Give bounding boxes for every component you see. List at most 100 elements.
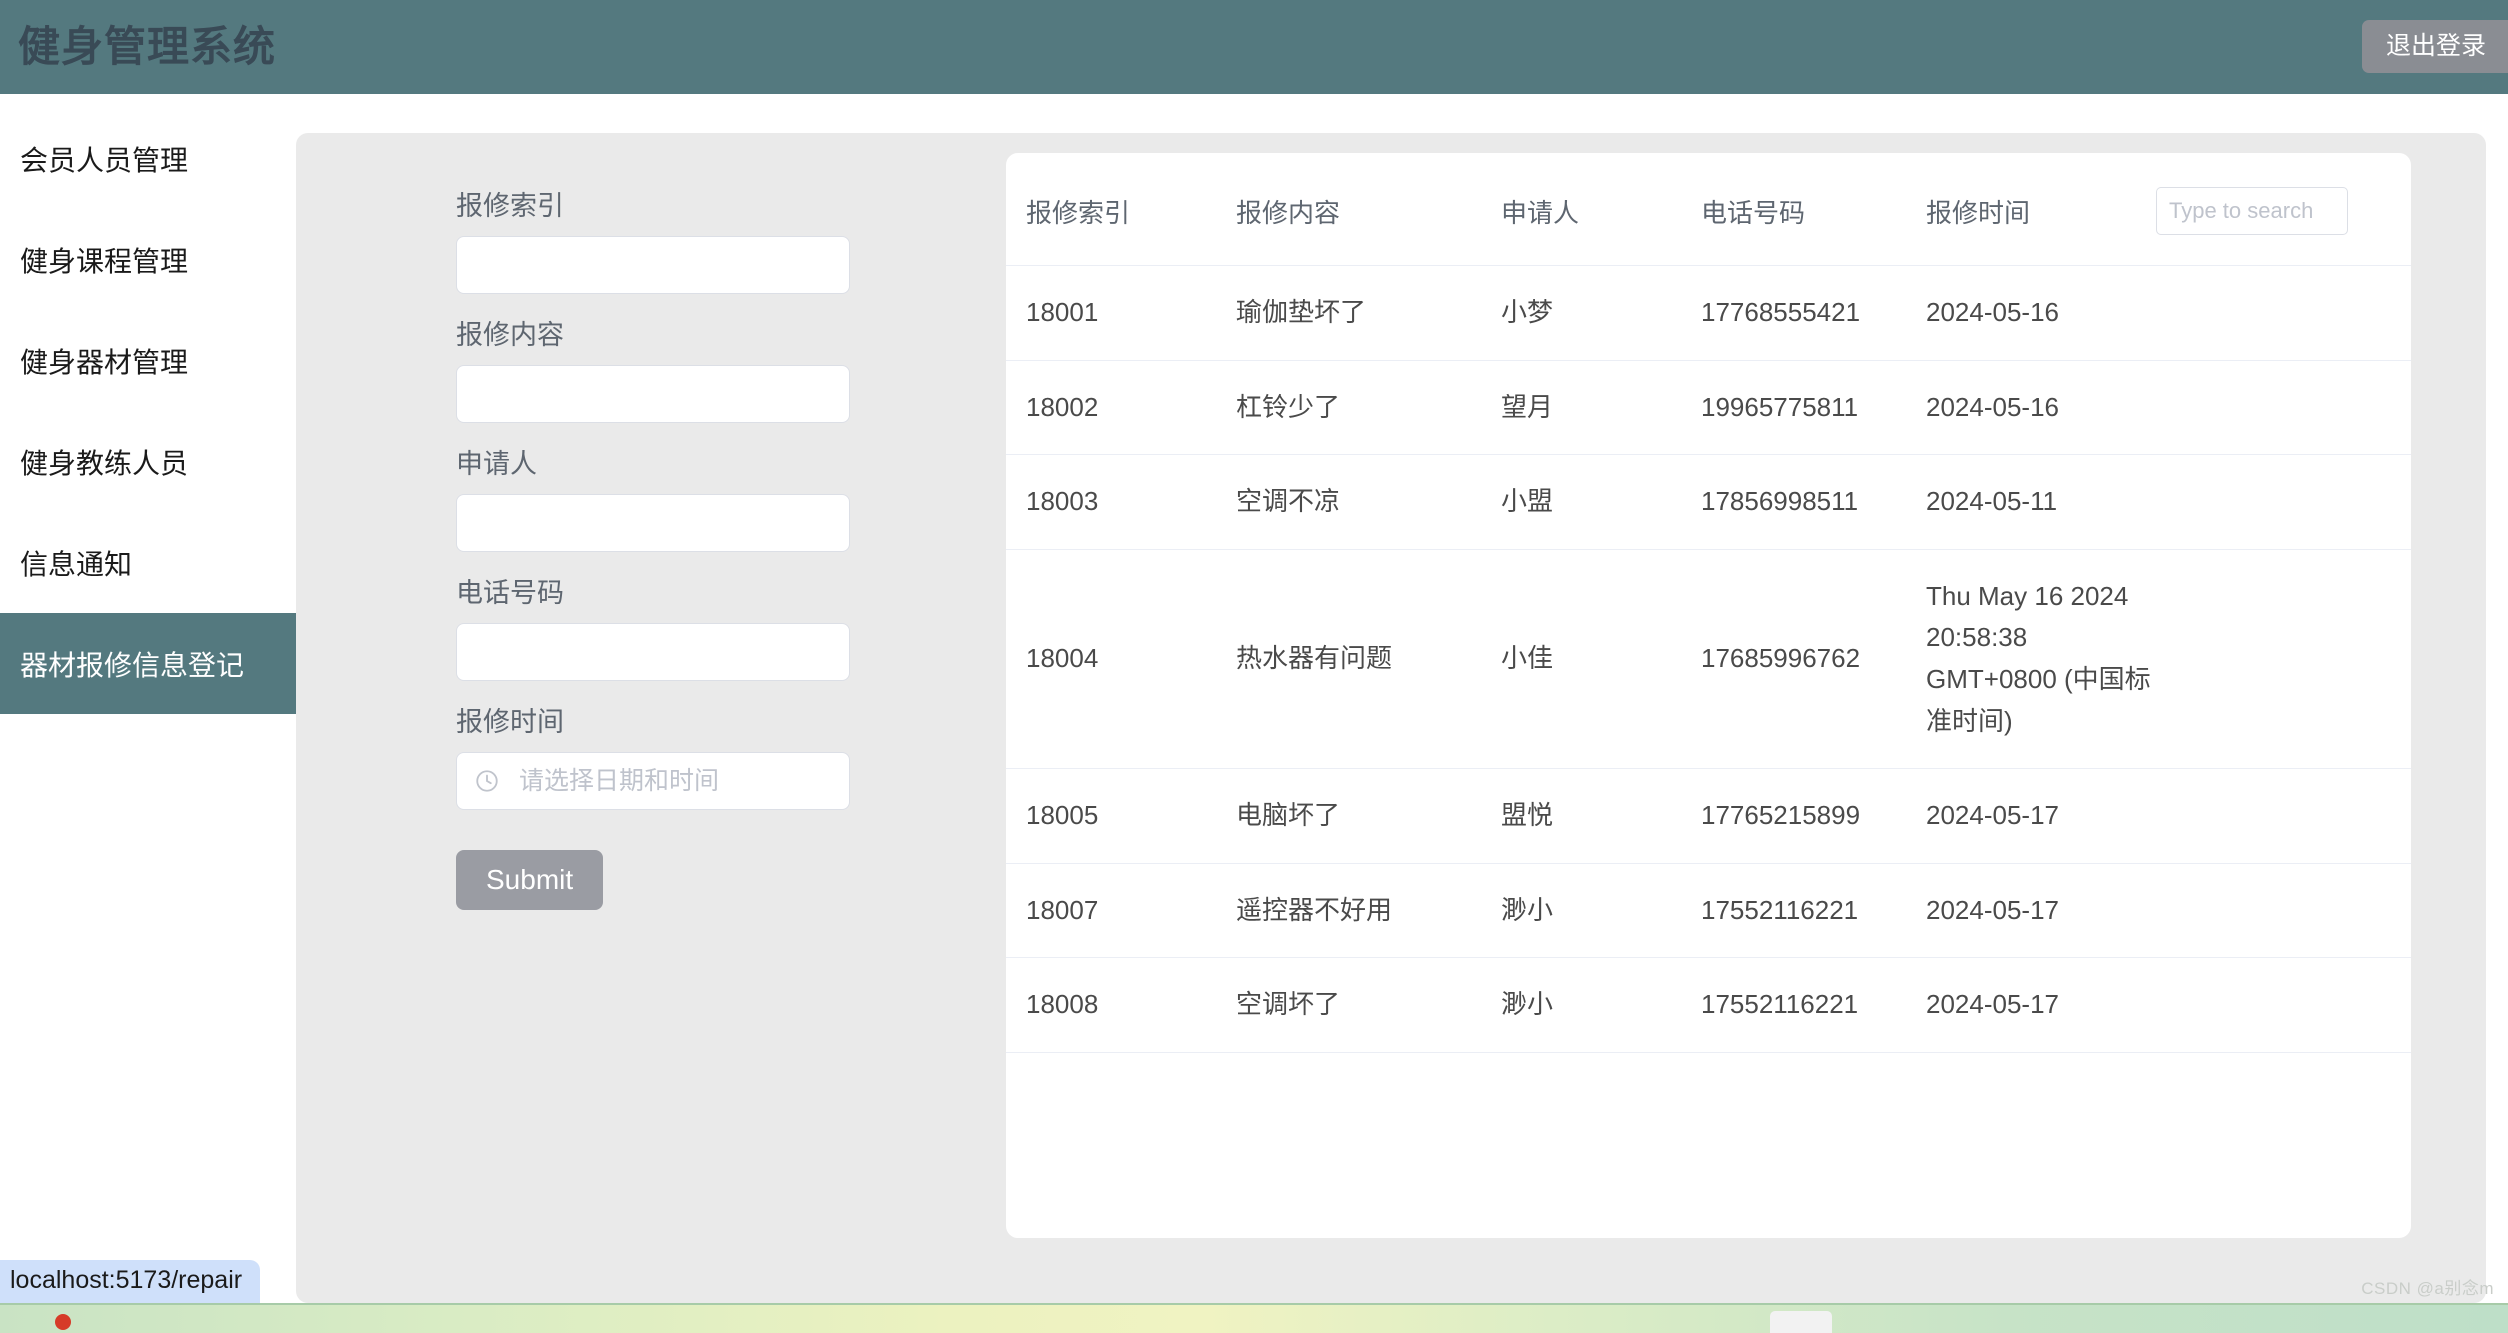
- datetime-picker[interactable]: [456, 752, 850, 810]
- cell-spacer: [2156, 958, 2411, 1053]
- sidebar-item-repair-registration[interactable]: 器材报修信息登记: [0, 613, 296, 714]
- cell-time: 2024-05-16: [1926, 360, 2156, 455]
- cell-index: 18008: [1006, 958, 1236, 1053]
- cell-index: 18005: [1006, 769, 1236, 864]
- cell-spacer: [2156, 549, 2411, 768]
- cell-applicant: 盟悦: [1501, 769, 1701, 864]
- cell-applicant: 望月: [1501, 360, 1701, 455]
- table-row[interactable]: 18004 热水器有问题 小佳 17685996762 Thu May 16 2…: [1006, 549, 2411, 768]
- sidebar: 会员人员管理 健身课程管理 健身器材管理 健身教练人员 信息通知 器材报修信息登…: [0, 94, 296, 1303]
- repair-table-panel: 报修索引 报修内容 申请人 电话号码 报修时间 18001 瑜伽垫坏了: [1006, 153, 2411, 1238]
- field-label: 申请人: [456, 451, 996, 478]
- field-repair-time: 报修时间: [456, 709, 996, 810]
- cell-time: 2024-05-17: [1926, 958, 2156, 1053]
- table-row[interactable]: 18002 杠铃少了 望月 19965775811 2024-05-16: [1006, 360, 2411, 455]
- start-button-icon[interactable]: [55, 1314, 71, 1330]
- sidebar-item-label: 健身教练人员: [20, 442, 188, 482]
- cell-phone: 17552116221: [1701, 958, 1926, 1053]
- field-repair-content: 报修内容: [456, 322, 996, 423]
- cell-content: 热水器有问题: [1236, 549, 1501, 768]
- field-label: 报修时间: [456, 709, 996, 736]
- sidebar-item-label: 信息通知: [20, 543, 132, 583]
- cell-spacer: [2156, 266, 2411, 361]
- app-window: 健身管理系统 退出登录 会员人员管理 健身课程管理 健身器材管理 健身教练人员 …: [0, 0, 2508, 1333]
- table-row[interactable]: 18008 空调坏了 渺小 17552116221 2024-05-17: [1006, 958, 2411, 1053]
- phone-input[interactable]: [456, 623, 850, 681]
- cell-index: 18003: [1006, 455, 1236, 550]
- sidebar-item-label: 健身器材管理: [20, 341, 188, 381]
- cell-applicant: 小佳: [1501, 549, 1701, 768]
- repair-time-input[interactable]: [456, 752, 850, 810]
- table-body: 18001 瑜伽垫坏了 小梦 17768555421 2024-05-16 18…: [1006, 266, 2411, 1053]
- sidebar-item-coaches[interactable]: 健身教练人员: [0, 411, 296, 512]
- app-header: 健身管理系统 退出登录: [0, 0, 2508, 94]
- content-area: 报修索引 报修内容 申请人 电话号码 报修时间: [296, 133, 2486, 1303]
- cell-time: Thu May 16 2024 20:58:38 GMT+0800 (中国标准时…: [1926, 549, 2156, 768]
- cell-time: 2024-05-17: [1926, 863, 2156, 958]
- table-header: 报修索引 报修内容 申请人 电话号码 报修时间: [1006, 153, 2411, 266]
- cell-phone: 17765215899: [1701, 769, 1926, 864]
- field-repair-index: 报修索引: [456, 193, 996, 294]
- sidebar-item-label: 健身课程管理: [20, 240, 188, 280]
- cell-applicant: 小盟: [1501, 455, 1701, 550]
- field-applicant: 申请人: [456, 451, 996, 552]
- table-search-cell: [2156, 153, 2411, 266]
- cell-time: 2024-05-16: [1926, 266, 2156, 361]
- table-row[interactable]: 18001 瑜伽垫坏了 小梦 17768555421 2024-05-16: [1006, 266, 2411, 361]
- cell-time: 2024-05-11: [1926, 455, 2156, 550]
- cell-phone: 19965775811: [1701, 360, 1926, 455]
- cell-content: 杠铃少了: [1236, 360, 1501, 455]
- cell-index: 18002: [1006, 360, 1236, 455]
- sidebar-item-notifications[interactable]: 信息通知: [0, 512, 296, 613]
- cell-content: 空调坏了: [1236, 958, 1501, 1053]
- cell-phone: 17552116221: [1701, 863, 1926, 958]
- sidebar-item-members[interactable]: 会员人员管理: [0, 108, 296, 209]
- repair-content-input[interactable]: [456, 365, 850, 423]
- table-header-row: 报修索引 报修内容 申请人 电话号码 报修时间: [1006, 153, 2411, 266]
- cell-spacer: [2156, 455, 2411, 550]
- cell-phone: 17768555421: [1701, 266, 1926, 361]
- field-label: 电话号码: [456, 580, 996, 607]
- cell-spacer: [2156, 360, 2411, 455]
- browser-status-bar: localhost:5173/repair: [0, 1260, 260, 1303]
- sidebar-item-courses[interactable]: 健身课程管理: [0, 209, 296, 310]
- repair-table: 报修索引 报修内容 申请人 电话号码 报修时间 18001 瑜伽垫坏了: [1006, 153, 2411, 1053]
- column-header-applicant[interactable]: 申请人: [1501, 153, 1701, 266]
- column-header-index[interactable]: 报修索引: [1006, 153, 1236, 266]
- cell-spacer: [2156, 863, 2411, 958]
- table-row[interactable]: 18003 空调不凉 小盟 17856998511 2024-05-11: [1006, 455, 2411, 550]
- submit-button[interactable]: Submit: [456, 850, 603, 910]
- cell-index: 18007: [1006, 863, 1236, 958]
- sidebar-item-label: 会员人员管理: [20, 139, 188, 179]
- search-input[interactable]: [2156, 187, 2348, 235]
- repair-form: 报修索引 报修内容 申请人 电话号码 报修时间: [456, 193, 996, 910]
- sidebar-item-label: 器材报修信息登记: [20, 644, 244, 684]
- watermark: CSDN @a别念m: [2361, 1274, 2494, 1299]
- column-header-time[interactable]: 报修时间: [1926, 153, 2156, 266]
- cell-index: 18001: [1006, 266, 1236, 361]
- field-label: 报修索引: [456, 193, 996, 220]
- repair-index-input[interactable]: [456, 236, 850, 294]
- cell-time: 2024-05-17: [1926, 769, 2156, 864]
- taskbar-window-tile[interactable]: [1770, 1311, 1832, 1333]
- cell-applicant: 渺小: [1501, 958, 1701, 1053]
- page-title: 健身管理系统: [18, 26, 276, 68]
- table-row[interactable]: 18007 遥控器不好用 渺小 17552116221 2024-05-17: [1006, 863, 2411, 958]
- cell-content: 电脑坏了: [1236, 769, 1501, 864]
- cell-applicant: 渺小: [1501, 863, 1701, 958]
- logout-button[interactable]: 退出登录: [2362, 20, 2508, 73]
- cell-content: 空调不凉: [1236, 455, 1501, 550]
- applicant-input[interactable]: [456, 494, 850, 552]
- cell-content: 遥控器不好用: [1236, 863, 1501, 958]
- field-phone: 电话号码: [456, 580, 996, 681]
- cell-content: 瑜伽垫坏了: [1236, 266, 1501, 361]
- column-header-content[interactable]: 报修内容: [1236, 153, 1501, 266]
- field-label: 报修内容: [456, 322, 996, 349]
- sidebar-item-equipment[interactable]: 健身器材管理: [0, 310, 296, 411]
- cell-applicant: 小梦: [1501, 266, 1701, 361]
- table-row[interactable]: 18005 电脑坏了 盟悦 17765215899 2024-05-17: [1006, 769, 2411, 864]
- column-header-phone[interactable]: 电话号码: [1701, 153, 1926, 266]
- os-taskbar[interactable]: [0, 1303, 2508, 1333]
- cell-spacer: [2156, 769, 2411, 864]
- cell-phone: 17856998511: [1701, 455, 1926, 550]
